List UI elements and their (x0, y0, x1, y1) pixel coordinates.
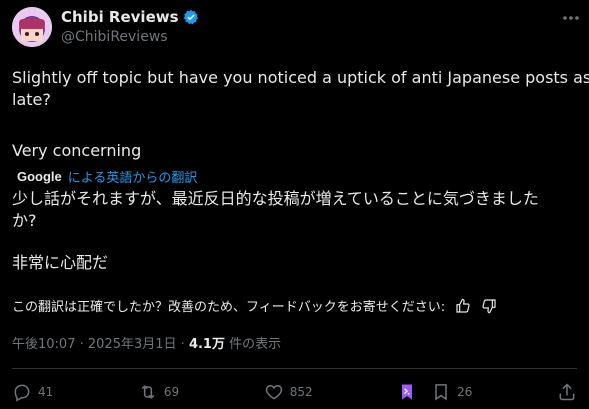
share-icon (559, 383, 575, 401)
meta-separator: · (79, 337, 84, 352)
bookmark-count: 26 (457, 385, 473, 399)
reply-icon (14, 384, 30, 402)
tweet-time[interactable]: 午後10:07 (12, 337, 75, 352)
meta-separator: · (180, 337, 185, 352)
feedback-prompt: この翻訳は正確でしたか？改善のため、フィードバックをお寄せください: (12, 300, 446, 315)
user-handle[interactable]: @ChibiReviews (61, 29, 168, 45)
bookmark-icon (435, 384, 447, 401)
heart-icon (265, 384, 282, 400)
translated-text-line-2: か? (12, 211, 37, 230)
translated-text-line-1: 少し話がそれますが、最近反日的な投稿が増えていることに気づきました (12, 189, 539, 208)
repost-button[interactable]: 69 (138, 382, 179, 402)
translation-attribution: Google による英語からの翻訳 (17, 167, 197, 186)
tweet-text-line-3: Very concerning (12, 141, 142, 160)
repost-icon (141, 385, 155, 399)
more-options-button[interactable] (560, 9, 582, 27)
avatar[interactable] (12, 7, 52, 47)
display-name-text: Chibi Reviews (61, 8, 179, 26)
tweet-text-line-2: late? (12, 90, 51, 109)
view-count: 4.1万 (188, 337, 225, 352)
reply-button[interactable]: 41 (12, 382, 53, 402)
bookmark-group: 26 (397, 382, 472, 402)
grok-analyze-icon[interactable] (397, 382, 417, 402)
bookmark-button[interactable]: 26 (431, 382, 472, 402)
avatar-image (12, 7, 52, 47)
translated-text-line-3: 非常に心配だ (12, 253, 109, 272)
share-button[interactable] (557, 382, 577, 402)
translation-feedback: この翻訳は正確でしたか？改善のため、フィードバックをお寄せください: (12, 296, 497, 315)
tweet-meta: 午後10:07 · 2025年3月1日 · 4.1万 件の表示 (12, 333, 281, 352)
tweet-date[interactable]: 2025年3月1日 (88, 337, 177, 352)
tweet-text-line-1: Slightly off topic but have you noticed … (12, 68, 589, 87)
reply-count: 41 (38, 385, 54, 399)
translation-source-link[interactable]: による英語からの翻訳 (68, 167, 198, 186)
thumbs-up-icon[interactable] (455, 298, 471, 314)
more-dots-icon (563, 16, 579, 20)
display-name[interactable]: Chibi Reviews (61, 8, 199, 26)
verified-badge-icon (183, 10, 198, 25)
google-brand: Google (17, 169, 62, 184)
thumbs-down-icon[interactable] (481, 298, 497, 314)
like-count: 852 (289, 385, 313, 399)
like-button[interactable]: 852 (264, 382, 313, 402)
tweet-actions: 41 69 852 26 (12, 380, 577, 404)
divider (12, 368, 577, 369)
repost-count: 69 (163, 385, 180, 399)
view-count-label: 件の表示 (229, 337, 282, 352)
